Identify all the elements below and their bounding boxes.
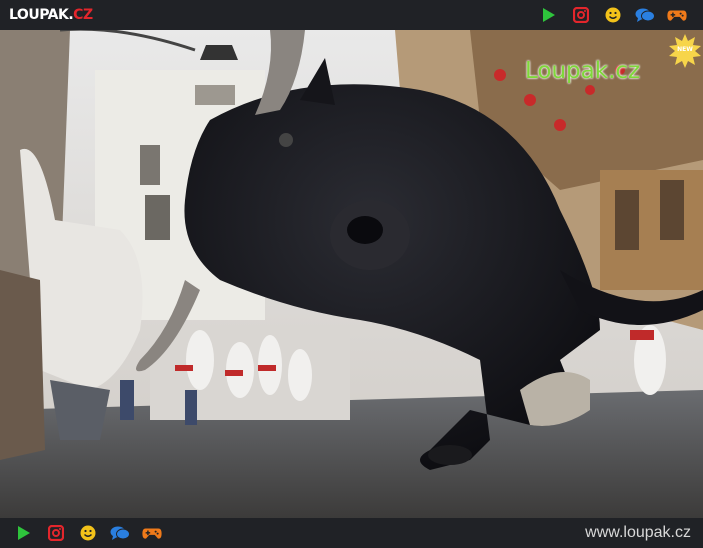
gamepad-icon[interactable] (667, 6, 687, 24)
instagram-icon[interactable] (46, 524, 66, 542)
site-logo[interactable]: LOUPAK. CZ (9, 6, 93, 24)
new-badge: NEW (668, 34, 702, 68)
logo-main-text: LOUPAK. (9, 7, 74, 23)
gamepad-icon[interactable] (142, 524, 162, 542)
smiley-icon[interactable] (603, 6, 623, 24)
main-photo: Loupak.cz NEW (0, 30, 703, 518)
instagram-icon[interactable] (571, 6, 591, 24)
bottom-icon-bar (8, 524, 168, 542)
watermark-logo: Loupak.cz (525, 58, 640, 84)
play-icon[interactable] (14, 524, 34, 542)
watermark-text: Loupak.cz (525, 58, 641, 84)
bull-running-photo (0, 30, 703, 518)
smiley-icon[interactable] (78, 524, 98, 542)
site-url[interactable]: www.loupak.cz (585, 524, 691, 542)
logo-cz-text: CZ (73, 7, 93, 23)
top-icon-bar (533, 6, 693, 24)
chat-icon[interactable] (110, 524, 130, 542)
play-icon[interactable] (539, 6, 559, 24)
new-badge-label: NEW (677, 46, 693, 53)
chat-icon[interactable] (635, 6, 655, 24)
